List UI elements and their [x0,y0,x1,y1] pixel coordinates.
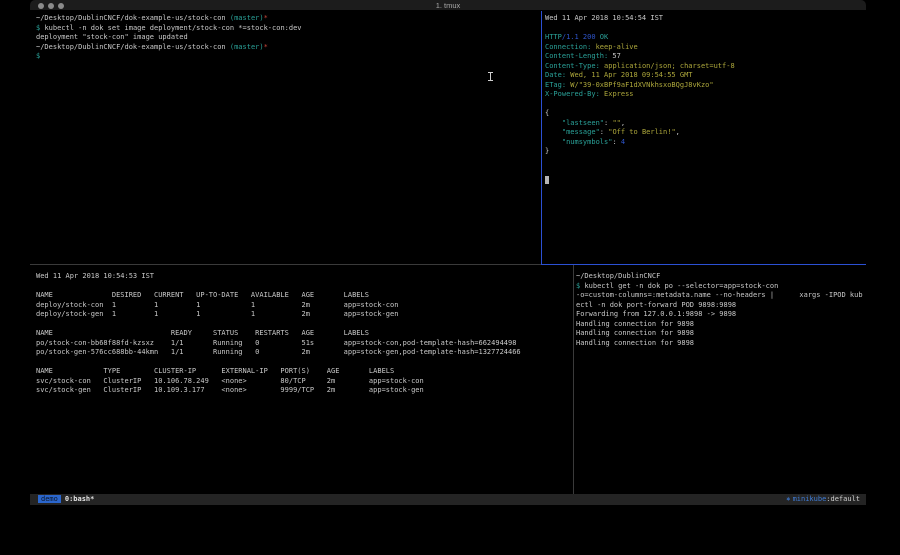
terminal-text-segment: OK [596,33,609,41]
terminal-text-segment: Wed 11 Apr 2018 10:54:53 IST [36,272,154,280]
terminal-text-segment: po/stock-con-bb68f88fd-kzsxz 1/1 Running… [36,339,516,347]
terminal-text-segment: ~/Desktop/DublinCNCF/dok-example-us/stoc… [36,14,230,22]
session-name-badge[interactable]: demo [38,495,61,503]
terminal-text-segment: NAME READY STATUS RESTARTS AGE LABELS [36,329,369,337]
terminal-text-segment: /1.1 200 [562,33,596,41]
terminal-window: 1. tmux ~/Desktop/DublinCNCF/dok-example… [30,0,866,505]
terminal-text-segment: , [621,119,625,127]
terminal-text-segment: po/stock-gen-576cc688bb-44kmn 1/1 Runnin… [36,348,521,356]
terminal-text-segment: (master) [230,14,264,22]
pane-bottom-left-kubectl-get[interactable]: Wed 11 Apr 2018 10:54:53 IST NAME DESIRE… [36,272,572,492]
status-left: demo 0:bash* [38,494,94,505]
terminal-text-segment: (master) [230,43,264,51]
tmux-status-bar: demo 0:bash* ⎈minikube:default [30,494,866,505]
terminal-text-segment: 4 [621,138,625,146]
terminal-text-segment: HTTP [545,33,562,41]
terminal-text-segment: kubectl get -n dok po --selector=app=sto… [584,282,778,290]
terminal-text-segment: Handling connection for 9898 [576,320,694,328]
terminal-text-segment: 57 [608,52,621,60]
terminal-text-segment: Date: [545,71,566,79]
terminal-cursor [545,176,549,184]
kubernetes-helm-icon: ⎈ [786,495,790,503]
pane-divider-bottom-vertical[interactable] [573,265,574,494]
terminal-text-segment: : [612,138,620,146]
terminal-text-segment: Wed, 11 Apr 2018 09:54:55 GMT [566,71,692,79]
kube-namespace-label: :default [826,495,860,503]
kube-context-label: minikube [793,495,827,503]
terminal-text-segment: X-Powered-By: [545,90,600,98]
pane-bottom-right-port-forward[interactable]: ~/Desktop/DublinCNCF $ kubectl get -n do… [576,272,865,492]
terminal-text-segment: Connection: [545,43,591,51]
pane-top-left-shell[interactable]: ~/Desktop/DublinCNCF/dok-example-us/stoc… [36,14,539,262]
zoom-button[interactable] [58,3,64,9]
terminal-text-segment: Content-Length: [545,52,608,60]
terminal-text-segment: , [676,128,680,136]
terminal-text-segment: { [545,109,549,117]
terminal-text-segment: "numsymbols" [545,138,612,146]
terminal-text-segment: Forwarding from 127.0.0.1:9898 -> 9898 [576,310,736,318]
terminal-text-segment: svc/stock-con ClusterIP 10.106.78.249 <n… [36,377,424,385]
pane-divider-top-vertical[interactable] [541,11,542,264]
terminal-text-segment: : [600,128,608,136]
terminal-text-segment: "lastseen" [545,119,604,127]
terminal-text-segment: Content-Type: [545,62,600,70]
terminal-text-segment: Wed 11 Apr 2018 10:54:54 IST [545,14,663,22]
terminal-text-segment: ectl -n dok port-forward POD 9898:9898 [576,301,736,309]
terminal-text-segment: Handling connection for 9898 [576,339,694,347]
terminal-text-segment: -o=custom-columns=:metadata.name --no-he… [576,291,863,299]
terminal-text-segment: NAME TYPE CLUSTER-IP EXTERNAL-IP PORT(S)… [36,367,394,375]
traffic-lights [38,3,64,9]
terminal-text-segment: * [264,43,268,51]
terminal-text-segment: NAME DESIRED CURRENT UP-TO-DATE AVAILABL… [36,291,369,299]
terminal-text-segment: ETag: [545,81,566,89]
terminal-text-segment: "Off to Berlin!" [608,128,675,136]
terminal-text-segment: Handling connection for 9898 [576,329,694,337]
terminal-text-segment: "" [612,119,620,127]
terminal-text-segment: keep-alive [591,43,637,51]
screen: 1. tmux ~/Desktop/DublinCNCF/dok-example… [0,0,900,555]
terminal-text-segment: } [545,147,549,155]
status-right: ⎈minikube:default [786,494,860,505]
terminal-text-segment: Express [600,90,634,98]
window-title: 1. tmux [30,0,866,11]
terminal-text-segment: W/"39-0xBPf9aF1dXVNkhsxoBQgJ8vKzo" [566,81,714,89]
terminal-text-segment: "message" [545,128,600,136]
window-titlebar[interactable]: 1. tmux [30,0,866,11]
terminal-text-segment: deploy/stock-gen 1 1 1 1 2m app=stock-ge… [36,310,398,318]
minimize-button[interactable] [48,3,54,9]
pane-divider-left-horizontal[interactable] [30,264,541,265]
pane-divider-right-horizontal[interactable] [541,264,866,265]
terminal-text-segment: deploy/stock-con 1 1 1 1 2m app=stock-co… [36,301,398,309]
close-button[interactable] [38,3,44,9]
terminal-text-segment: ~/Desktop/DublinCNCF/dok-example-us/stoc… [36,43,230,51]
mouse-ibeam-pointer [488,72,493,81]
pane-top-right-http-response[interactable]: Wed 11 Apr 2018 10:54:54 IST HTTP/1.1 20… [545,14,865,262]
terminal-text-segment: svc/stock-gen ClusterIP 10.109.3.177 <no… [36,386,424,394]
terminal-text-segment: deployment "stock-con" image updated [36,33,188,41]
window-tab-label[interactable]: 0:bash* [65,495,95,503]
terminal-text-segment: kubectl -n dok set image deployment/stoc… [44,24,301,32]
terminal-text-segment: $ [36,52,40,60]
terminal-text-segment: * [264,14,268,22]
terminal-text-segment: ~/Desktop/DublinCNCF [576,272,660,280]
terminal-text-segment: application/json; charset=utf-8 [600,62,735,70]
